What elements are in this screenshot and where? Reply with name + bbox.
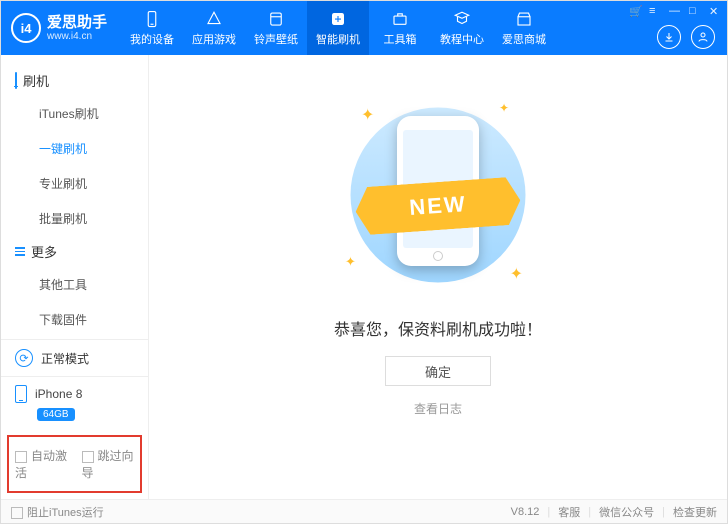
brand-title: 爱思助手: [47, 14, 107, 31]
mode-label: 正常模式: [41, 350, 89, 367]
nav-label: 我的设备: [130, 31, 174, 47]
tutorial-icon: [452, 10, 472, 28]
menu-icon[interactable]: ≡: [649, 5, 661, 17]
apps-icon: [204, 10, 224, 28]
sidebar-group-flash[interactable]: 刷机: [1, 65, 148, 96]
success-message: 恭喜您，保资料刷机成功啦！: [334, 316, 542, 340]
mode-row[interactable]: ⟳ 正常模式: [1, 339, 148, 376]
nav-toolbox[interactable]: 工具箱: [369, 1, 431, 55]
nav-label: 应用游戏: [192, 31, 236, 47]
nav-label: 教程中心: [440, 31, 484, 47]
nav-my-device[interactable]: 我的设备: [121, 1, 183, 55]
sidebar-item-itunes-flash[interactable]: iTunes刷机: [1, 96, 148, 131]
download-button[interactable]: [657, 25, 681, 49]
nav-ringtone[interactable]: 铃声壁纸: [245, 1, 307, 55]
sidebar-item-download-fw[interactable]: 下载固件: [1, 302, 148, 337]
device-icon: [142, 10, 162, 28]
app-header: i4 爱思助手 www.i4.cn 我的设备 应用游戏 铃声壁纸 智能刷机: [1, 1, 727, 55]
sidebar-group-label: 更多: [31, 242, 57, 261]
skip-guide-checkbox[interactable]: 跳过向导: [82, 447, 135, 481]
nav-store[interactable]: 爱思商城: [493, 1, 555, 55]
main-content: ✦ ✦ ✦ ✦ NEW 恭喜您，保资料刷机成功啦！ 确定 查看日志: [149, 55, 727, 499]
version-label: V8.12: [511, 506, 540, 518]
sidebar-group-label: 刷机: [23, 71, 49, 90]
brand-url: www.i4.cn: [47, 31, 107, 43]
nav-label: 铃声壁纸: [254, 31, 298, 47]
device-small-icon: [15, 73, 17, 88]
sidebar-group-more[interactable]: 更多: [1, 236, 148, 267]
confirm-button[interactable]: 确定: [385, 356, 491, 386]
device-row[interactable]: iPhone 8 64GB: [1, 376, 148, 431]
brand: i4 爱思助手 www.i4.cn: [1, 1, 121, 55]
top-nav: 我的设备 应用游戏 铃声壁纸 智能刷机 工具箱 教程中心: [121, 1, 555, 55]
nav-label: 爱思商城: [502, 31, 546, 47]
sidebar-item-other-tools[interactable]: 其他工具: [1, 267, 148, 302]
nav-label: 工具箱: [384, 31, 417, 47]
flash-icon: [328, 10, 348, 28]
wechat-link[interactable]: 微信公众号: [599, 504, 654, 520]
toolbox-icon: [390, 10, 410, 28]
window-controls: 🛒 ≡ — □ ✕: [629, 5, 721, 17]
cart-icon[interactable]: 🛒: [629, 5, 641, 17]
nav-apps[interactable]: 应用游戏: [183, 1, 245, 55]
sidebar: 刷机 iTunes刷机 一键刷机 专业刷机 批量刷机 更多 其他工具 下载固件 …: [1, 55, 149, 499]
check-update-link[interactable]: 检查更新: [673, 504, 717, 520]
device-name: iPhone 8: [35, 387, 82, 401]
sidebar-item-batch-flash[interactable]: 批量刷机: [1, 201, 148, 236]
support-link[interactable]: 客服: [558, 504, 580, 520]
nav-flash[interactable]: 智能刷机: [307, 1, 369, 55]
block-itunes-checkbox[interactable]: 阻止iTunes运行: [11, 504, 104, 520]
view-log-link[interactable]: 查看日志: [414, 400, 462, 417]
nav-tutorial[interactable]: 教程中心: [431, 1, 493, 55]
highlight-box: 自动激活 跳过向导: [7, 435, 142, 493]
sidebar-item-pro-flash[interactable]: 专业刷机: [1, 166, 148, 201]
menu-bars-icon: [15, 247, 25, 256]
user-button[interactable]: [691, 25, 715, 49]
phone-icon: [15, 385, 27, 403]
brand-logo-icon: i4: [11, 13, 41, 43]
maximize-icon[interactable]: □: [689, 5, 701, 17]
store-icon: [514, 10, 534, 28]
minimize-icon[interactable]: —: [669, 5, 681, 17]
status-bar: 阻止iTunes运行 V8.12 | 客服 | 微信公众号 | 检查更新: [1, 499, 727, 523]
close-icon[interactable]: ✕: [709, 5, 721, 17]
refresh-icon: ⟳: [15, 349, 33, 367]
auto-activate-checkbox[interactable]: 自动激活: [15, 447, 68, 481]
sidebar-item-onekey-flash[interactable]: 一键刷机: [1, 131, 148, 166]
ringtone-icon: [266, 10, 286, 28]
nav-label: 智能刷机: [316, 31, 360, 47]
success-illustration: ✦ ✦ ✦ ✦ NEW: [333, 97, 543, 292]
storage-badge: 64GB: [37, 408, 75, 421]
